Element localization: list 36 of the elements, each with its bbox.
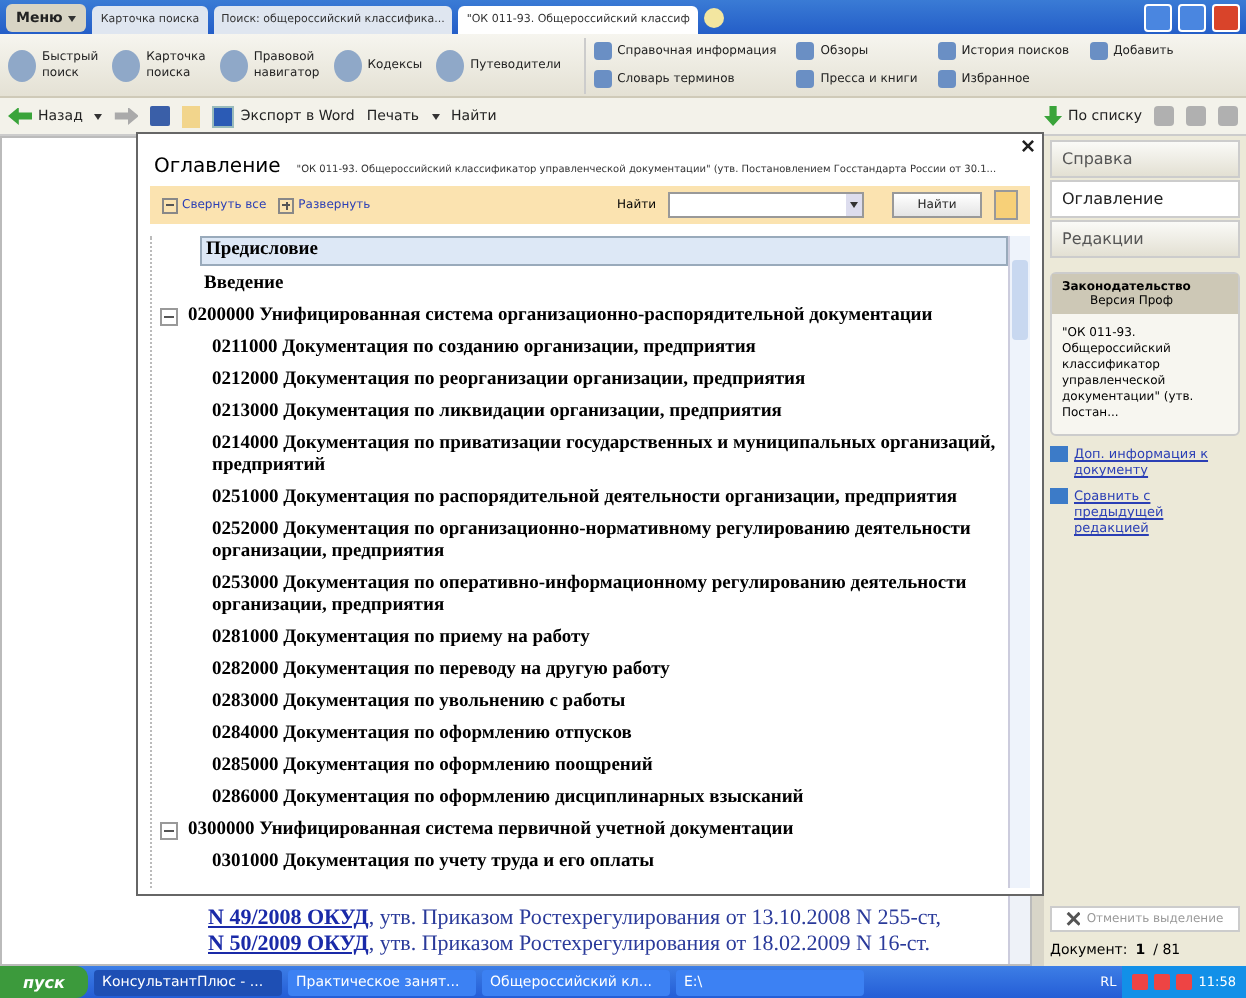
- tree-item[interactable]: 0211000 Документация по созданию организации, предприятия: [208, 336, 760, 362]
- tree-item[interactable]: Введение: [200, 272, 288, 298]
- document-text: , утв. Приказом Ростехрегулирования от 13.10.2008 N 255-ст,: [368, 906, 941, 930]
- close-icon[interactable]: [1022, 140, 1034, 152]
- tree-item[interactable]: 0282000 Документация по переводу на другую работу: [208, 658, 674, 684]
- tree-item[interactable]: 0283000 Документация по увольнению с работы: [208, 690, 630, 716]
- tree-item[interactable]: 0214000 Документация по приватизации государственных и муниципальных организаций, предприятий: [208, 432, 1008, 480]
- tree-item[interactable]: 0212000 Документация по реорганизации организации, предприятия: [208, 368, 810, 394]
- forward-icon[interactable]: [114, 107, 139, 125]
- start-button[interactable]: пуск: [0, 966, 88, 998]
- document-text: , утв. Приказом Ростехрегулирования от 18.02.2009 N 16-ст.: [368, 932, 930, 956]
- tree-item[interactable]: 0286000 Документация по оформлению дисциплинарных взысканий: [208, 786, 808, 812]
- side-tab[interactable]: Редакции: [1050, 220, 1240, 258]
- tree-item[interactable]: 0285000 Документация по оформлению поощрений: [208, 754, 657, 780]
- dialog-title: Оглавление: [154, 156, 281, 178]
- side-tab[interactable]: Справка: [1050, 140, 1240, 178]
- document-link[interactable]: N 49/2008 ОКУД: [208, 906, 369, 930]
- caret-icon: [431, 113, 440, 119]
- tree-item[interactable]: Предисловие: [200, 236, 1008, 266]
- tree-item[interactable]: 0253000 Документация по оперативно-информационному регулированию деятельности организации, предприятия: [208, 572, 1008, 620]
- tree-item[interactable]: 0200000 Унифицированная система организационно-распорядительной документации: [184, 304, 937, 330]
- tree-item[interactable]: 0213000 Документация по ликвидации организации, предприятия: [208, 400, 786, 426]
- tree-toggle[interactable]: [160, 822, 178, 840]
- document-link[interactable]: N 50/2009 ОКУД: [208, 932, 369, 956]
- tree-item[interactable]: 0301000 Документация по учету труда и его оплаты: [208, 850, 659, 876]
- caret-icon: [94, 113, 103, 119]
- tree-item[interactable]: 0281000 Документация по приему на работу: [208, 626, 594, 652]
- tree-item[interactable]: 0284000 Документация по оформлению отпусков: [208, 722, 636, 748]
- scrollbar[interactable]: [1008, 236, 1030, 888]
- find-combo[interactable]: [668, 192, 864, 218]
- side-tab[interactable]: Оглавление: [1050, 180, 1240, 218]
- caret-icon: [68, 15, 77, 21]
- tree-item[interactable]: 0252000 Документация по организационно-нормативному регулированию деятельности организации, предприятия: [208, 518, 1008, 566]
- tree-toggle[interactable]: [160, 308, 178, 326]
- tree-item[interactable]: 0300000 Унифицированная система первичной учетной документации: [184, 818, 798, 844]
- tree-item[interactable]: 0251000 Документация по распорядительной деятельности организации, предприятия: [208, 486, 962, 512]
